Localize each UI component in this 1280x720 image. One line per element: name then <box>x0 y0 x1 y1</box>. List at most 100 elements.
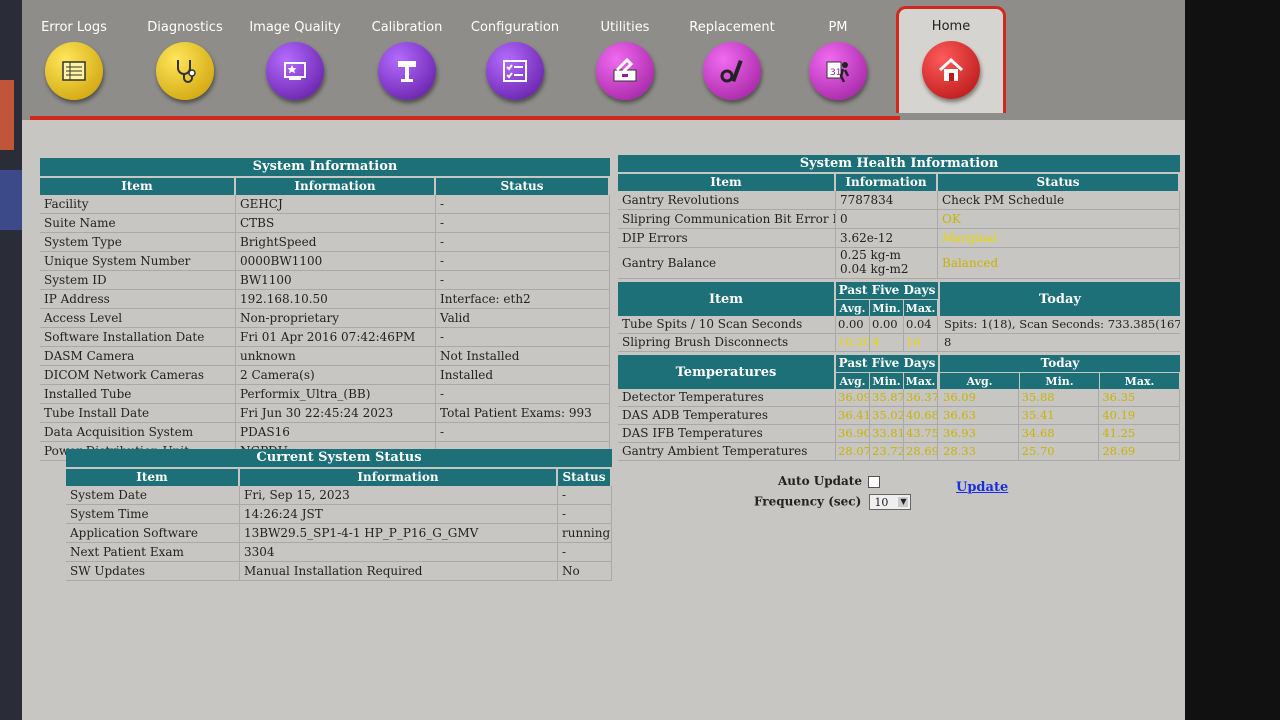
wrench-icon[interactable] <box>703 42 761 100</box>
tool-diagnostics[interactable]: Diagnostics <box>133 10 237 110</box>
past-avg-value: 36.09 <box>838 389 870 406</box>
wear-min-header: Min. <box>870 299 904 316</box>
today-min-value: 35.88 <box>1019 389 1100 406</box>
wear-item-name: Tube Spits / 10 Scan Seconds <box>618 316 836 333</box>
item-cell: Tube Install Date <box>40 404 236 422</box>
status-cell: - <box>558 543 612 561</box>
checklist-icon[interactable] <box>486 42 544 100</box>
system-information-table: System Information Item Information Stat… <box>40 158 610 461</box>
service-screen: Error Logs Diagnostics Image Quality Calibr… <box>22 0 1185 720</box>
calendar-person-icon[interactable]: 31 <box>809 42 867 100</box>
system-information-row: Facility GEHCJ - <box>40 195 610 214</box>
tool-utilities[interactable]: Utilities <box>573 10 677 110</box>
frequency-select[interactable]: 10 ▼ <box>869 494 912 510</box>
status-cell: - <box>436 328 610 346</box>
frequency-value: 10 <box>874 496 889 509</box>
tool-configuration[interactable]: Configuration <box>463 10 567 110</box>
tool-error-logs[interactable]: Error Logs <box>22 10 126 110</box>
tool-pm[interactable]: PM 31 <box>786 10 890 110</box>
item-cell: Next Patient Exam <box>66 543 240 561</box>
system-health-row: Gantry Revolutions 7787834 Check PM Schedu… <box>618 191 1180 210</box>
status-cell: No <box>558 562 612 580</box>
update-link[interactable]: Update <box>956 480 1008 495</box>
temperature-period-header: Past Five Days <box>836 355 938 372</box>
status-cell: Marginal <box>938 229 1180 247</box>
today-avg-value: 28.33 <box>938 443 1019 460</box>
information-cell: 0000BW1100 <box>236 252 436 270</box>
system-information-row: Unique System Number 0000BW1100- <box>40 252 610 271</box>
wear-max-header: Max. <box>904 299 938 316</box>
system-health-row: DIP Errors 3.62e-12 Marginal <box>618 229 1180 248</box>
frequency-label: Frequency (sec) <box>754 494 862 509</box>
today-max-value: 36.35 <box>1099 389 1180 406</box>
wear-row: Tube Spits / 10 Scan Seconds 0.00 0.00 0.04… <box>618 316 1180 334</box>
wear-max-value: 16 <box>904 334 938 351</box>
status-cell: - <box>558 505 612 523</box>
monitor-bezel-right <box>1185 0 1280 720</box>
item-cell: System ID <box>40 271 236 289</box>
today-min-value: 25.70 <box>1019 443 1100 460</box>
today-max-value: 40.19 <box>1099 407 1180 424</box>
status-cell: Balanced <box>938 248 1180 278</box>
wear-today-value: 8 <box>938 334 1180 351</box>
tool-image-quality[interactable]: Image Quality <box>243 10 347 110</box>
temperature-name: DAS IFB Temperatures <box>618 425 836 442</box>
today-avg-header: Avg. <box>940 372 1020 389</box>
tool-label: Calibration <box>371 20 443 35</box>
information-cell: GEHCJ <box>236 195 436 213</box>
information-cell: BW1100 <box>236 271 436 289</box>
status-cell: - <box>436 233 610 251</box>
status-cell: Check PM Schedule <box>938 191 1180 209</box>
item-cell: Access Level <box>40 309 236 327</box>
system-health-row: Gantry Balance 0.25 kg-m 0.04 kg-m2 Balance… <box>618 248 1180 279</box>
status-cell: - <box>436 252 610 270</box>
temperature-row: Gantry Ambient Temperatures 28.07 23.72 28.… <box>618 443 1180 461</box>
past-min-value: 23.72 <box>872 443 904 460</box>
temperature-name: DAS ADB Temperatures <box>618 407 836 424</box>
tool-home[interactable]: Home <box>896 6 1006 113</box>
tool-calibration[interactable]: Calibration <box>355 10 459 110</box>
item-cell: System Type <box>40 233 236 251</box>
system-information-row: Software Installation Date Fri 01 Apr 201… <box>40 328 610 347</box>
system-information-row: DASM Camera unknown Not Installed <box>40 347 610 366</box>
toolbox-icon[interactable] <box>596 42 654 100</box>
column-status: Status <box>558 469 612 486</box>
current-status-row: SW Updates Manual Installation Required No <box>66 562 612 581</box>
current-system-status-title: Current System Status <box>66 449 612 467</box>
system-information-row: Suite Name CTBS - <box>40 214 610 233</box>
current-status-row: System Time 14:26:24 JST - <box>66 505 612 524</box>
today-min-value: 35.41 <box>1019 407 1100 424</box>
current-system-status-table: Current System Status Item Information S… <box>66 449 612 581</box>
frequency-control: Frequency (sec) 10 ▼ <box>754 494 912 510</box>
tool-replacement[interactable]: Replacement <box>680 10 784 110</box>
column-status: Status <box>436 178 610 195</box>
monitor-star-icon[interactable] <box>266 42 324 100</box>
information-cell: Fri Jun 30 22:45:24 2023 <box>236 404 436 422</box>
status-cell: Not Installed <box>436 347 610 365</box>
information-cell: PDAS16 <box>236 423 436 441</box>
clamp-icon[interactable] <box>378 42 436 100</box>
information-line-1: 0.25 kg-m <box>840 248 901 262</box>
item-cell: Data Acquisition System <box>40 423 236 441</box>
past-min-value: 35.02 <box>872 407 904 424</box>
system-health-title: System Health Information <box>618 155 1180 172</box>
past-min-value: 35.87 <box>872 389 904 406</box>
item-cell: SW Updates <box>66 562 240 580</box>
system-health-row: Slipring Communication Bit Error Rate0OK <box>618 210 1180 229</box>
active-tab-underline <box>30 116 900 120</box>
system-information-header: Item Information Status <box>40 176 610 195</box>
status-cell: - <box>436 195 610 213</box>
item-cell: Facility <box>40 195 236 213</box>
item-cell: System Time <box>66 505 240 523</box>
system-information-row: System ID BW1100- <box>40 271 610 290</box>
log-sheet-icon[interactable] <box>45 42 103 100</box>
stethoscope-icon[interactable] <box>156 42 214 100</box>
auto-update-checkbox[interactable] <box>867 475 880 488</box>
tool-label: Home <box>931 19 971 34</box>
temperature-name: Gantry Ambient Temperatures <box>618 443 836 460</box>
home-icon[interactable] <box>922 41 980 99</box>
column-information: Information <box>240 469 558 486</box>
wear-min-value: 0.00 <box>870 316 904 333</box>
information-cell: 2 Camera(s) <box>236 366 436 384</box>
information-cell: 3.62e-12 <box>836 229 938 247</box>
